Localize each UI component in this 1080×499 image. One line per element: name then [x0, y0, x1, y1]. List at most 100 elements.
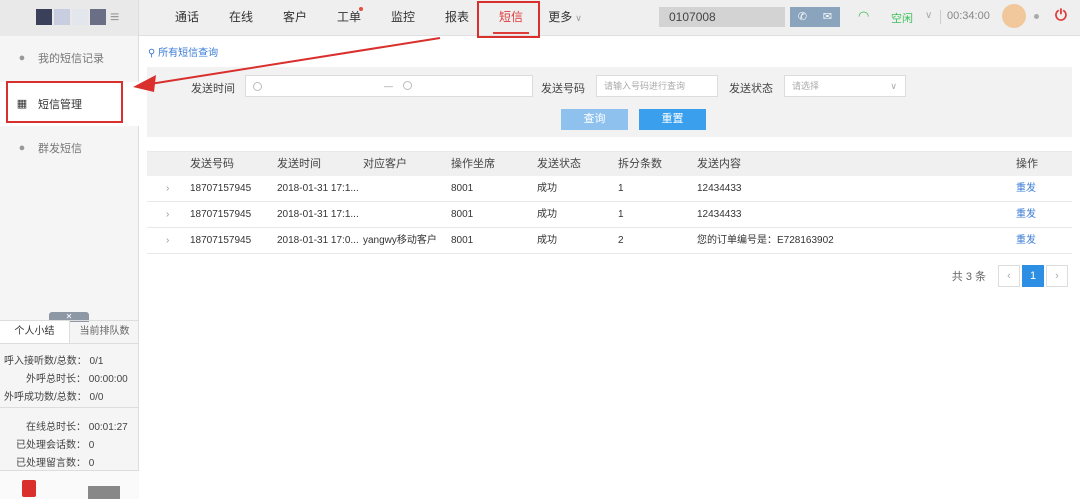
stat-outbound-success: 外呼成功数/总数： 0/0	[4, 392, 104, 403]
top-navigation-bar: ≡ 通话 在线 客户 工单 监控 报表 短信 更多 ∨ 0107008 ✆ ✉ ◠…	[0, 0, 1080, 38]
query-button[interactable]: 查询	[561, 109, 628, 130]
cell-number: 18707157945	[190, 235, 252, 246]
sms-management-app: ≡ 通话 在线 客户 工单 监控 报表 短信 更多 ∨ 0107008 ✆ ✉ ◠…	[0, 0, 1080, 499]
stats-tabs: 个人小结 当前排队数	[0, 320, 139, 344]
call-buttons: ✆ ✉	[790, 7, 840, 27]
sms-table: 发送号码 发送时间 对应客户 操作坐席 发送状态 拆分条数 发送内容 操作 › …	[147, 151, 1072, 254]
stat-outbound-duration: 外呼总时长： 00:00:00	[26, 374, 128, 385]
nav-label: 通话	[174, 10, 199, 24]
book-icon[interactable]	[22, 480, 36, 497]
power-icon[interactable]: ⏻	[1055, 7, 1067, 24]
chevron-right-icon[interactable]: ›	[166, 228, 169, 253]
nav-item-more[interactable]: 更多 ∨	[538, 0, 592, 36]
cell-number: 18707157945	[190, 183, 252, 194]
avatar[interactable]	[1002, 4, 1026, 28]
column-header: 发送时间	[277, 158, 321, 170]
agent-status[interactable]: 空闲	[891, 10, 913, 26]
nav-label: 更多	[548, 10, 573, 24]
chevron-right-icon[interactable]: ›	[166, 176, 169, 201]
send-time-range-input[interactable]: —	[245, 75, 533, 97]
divider	[940, 10, 941, 24]
total-count: 共 3 条	[951, 271, 986, 283]
send-time-label: 发送时间	[191, 83, 235, 95]
column-header: 对应客户	[363, 158, 407, 170]
stat-sessions-handled: 已处理会话数： 0	[16, 440, 95, 451]
breadcrumb-label: 所有短信查询	[158, 48, 219, 59]
phone-icon[interactable]: ✆	[790, 7, 815, 27]
chat-icon: ●	[18, 52, 26, 64]
cell-content: 12434433	[697, 209, 742, 220]
send-status-select[interactable]: 请选择 ∨	[784, 75, 906, 97]
presence-indicator	[1034, 14, 1039, 19]
logo-area: ≡	[0, 0, 139, 36]
page-button-current[interactable]: 1	[1022, 265, 1044, 287]
table-row: › 18707157945 2018-01-31 17:1... 8001 成功…	[147, 202, 1072, 228]
column-header: 发送号码	[190, 158, 234, 170]
send-status-label: 发送状态	[729, 83, 773, 95]
column-header: 操作坐席	[451, 158, 495, 170]
logo	[36, 9, 108, 25]
nav-label: 在线	[228, 10, 253, 24]
group-chat-icon: ●	[18, 142, 26, 154]
cell-splits: 1	[618, 209, 624, 220]
chevron-right-icon[interactable]: ›	[166, 202, 169, 227]
stat-messages-handled: 已处理留言数： 0	[16, 458, 95, 469]
cell-content: 您的订单编号是：E728163902	[697, 235, 834, 246]
nav-label: 工单	[336, 10, 361, 24]
main-content: ⚲ 所有短信查询 发送时间 — 发送号码 请输入号码进行查询 发送状态 请选择 …	[140, 36, 1080, 499]
cell-status: 成功	[537, 235, 557, 246]
chevron-down-icon[interactable]: ∨	[925, 10, 932, 21]
nav-item-call[interactable]: 通话	[160, 0, 214, 36]
chevron-down-icon: ∨	[890, 81, 897, 91]
nav-label: 客户	[282, 10, 307, 24]
nav-label: 报表	[444, 10, 469, 24]
menu-toggle-icon[interactable]: ≡	[110, 9, 119, 27]
breadcrumb[interactable]: ⚲ 所有短信查询	[148, 44, 218, 59]
stat-online-duration: 在线总时长： 00:01:27	[26, 422, 128, 433]
cell-agent: 8001	[451, 183, 474, 194]
nav-item-ticket[interactable]: 工单	[322, 0, 376, 36]
cell-time: 2018-01-31 17:0...	[277, 235, 359, 246]
send-number-label: 发送号码	[541, 83, 585, 95]
search-icon: ⚲	[148, 48, 159, 59]
table-header: 发送号码 发送时间 对应客户 操作坐席 发送状态 拆分条数 发送内容 操作	[147, 151, 1072, 176]
clock-icon	[253, 82, 262, 92]
column-header: 拆分条数	[618, 158, 662, 170]
prev-page-button[interactable]: ‹	[998, 265, 1020, 287]
range-separator: —	[384, 81, 393, 91]
cell-agent: 8001	[451, 209, 474, 220]
pagination: 共 3 条 ‹ 1 ›	[952, 265, 1068, 287]
cell-splits: 2	[618, 235, 624, 246]
nav-item-monitor[interactable]: 监控	[376, 0, 430, 36]
resend-link[interactable]: 重发	[1016, 228, 1036, 253]
send-number-input[interactable]: 请输入号码进行查询	[596, 75, 718, 97]
divider	[0, 407, 139, 408]
annotation-highlight-nav	[477, 1, 540, 38]
stat-inbound: 呼入接听数/总数： 0/1	[4, 356, 104, 367]
table-row: › 18707157945 2018-01-31 17:1... 8001 成功…	[147, 176, 1072, 202]
tab-queue-count[interactable]: 当前排队数	[70, 321, 139, 343]
sidebar-item-my-sms-records[interactable]: ● 我的短信记录	[0, 36, 139, 80]
sidebar-item-group-sms[interactable]: ● 群发短信	[0, 126, 139, 170]
resend-link[interactable]: 重发	[1016, 176, 1036, 201]
message-icon[interactable]: ✉	[815, 7, 840, 27]
wifi-icon: ◠	[858, 8, 870, 23]
reset-button[interactable]: 重置	[639, 109, 706, 130]
cell-status: 成功	[537, 183, 557, 194]
nav-item-online[interactable]: 在线	[214, 0, 268, 36]
nav-label: 监控	[390, 10, 415, 24]
column-header: 操作	[1016, 158, 1038, 170]
footer-block	[88, 486, 120, 499]
cell-agent: 8001	[451, 235, 474, 246]
nav-item-customer[interactable]: 客户	[268, 0, 322, 36]
nav-item-report[interactable]: 报表	[430, 0, 484, 36]
next-page-button[interactable]: ›	[1046, 265, 1068, 287]
tab-personal-summary[interactable]: 个人小结	[0, 321, 70, 343]
sidebar-item-label: 我的短信记录	[38, 53, 104, 65]
notification-dot	[359, 7, 363, 11]
cell-time: 2018-01-31 17:1...	[277, 209, 359, 220]
resend-link[interactable]: 重发	[1016, 202, 1036, 227]
phone-number-field[interactable]: 0107008	[659, 7, 785, 27]
sidebar-item-label: 群发短信	[38, 143, 82, 155]
table-row: › 18707157945 2018-01-31 17:0... yangwy移…	[147, 228, 1072, 254]
